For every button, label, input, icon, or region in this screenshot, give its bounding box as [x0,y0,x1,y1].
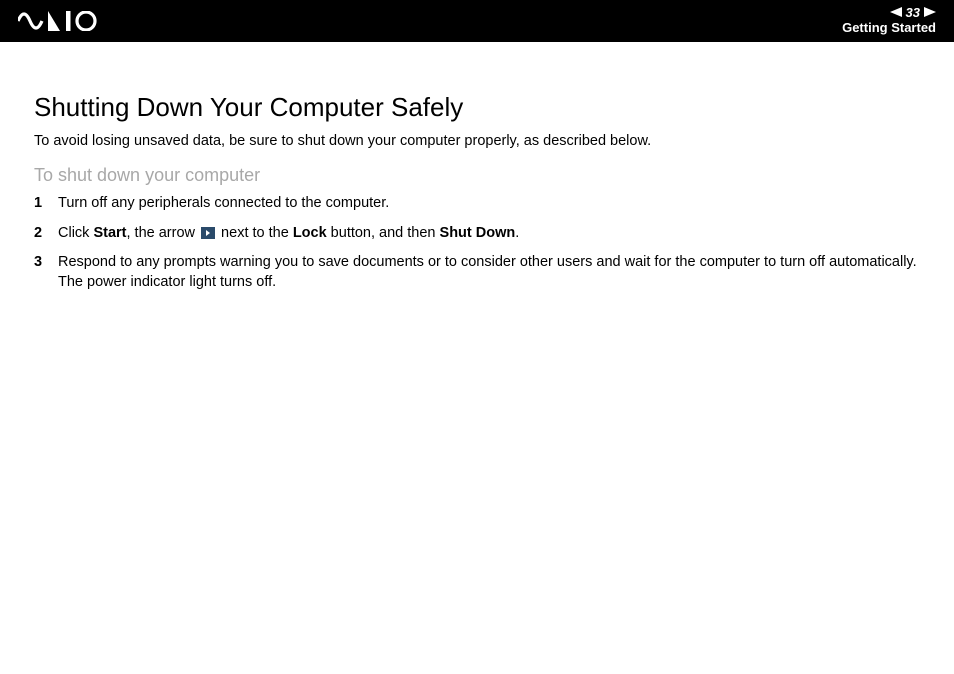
page-title: Shutting Down Your Computer Safely [34,92,920,123]
page-number: 33 [906,6,920,21]
step-item: Respond to any prompts warning you to sa… [34,253,920,292]
step-text: Turn off any peripherals connected to th… [58,194,389,214]
intro-text: To avoid losing unsaved data, be sure to… [34,133,920,149]
step-text: Click Start, the arrow next to the Lock … [58,224,519,244]
section-label: Getting Started [842,21,936,36]
header-right: 33 Getting Started [842,6,936,36]
step-item: Click Start, the arrow next to the Lock … [34,224,920,244]
prev-page-arrow-icon[interactable] [890,6,902,21]
page-content: Shutting Down Your Computer Safely To av… [0,42,954,292]
arrow-button-icon [201,227,215,239]
next-page-arrow-icon[interactable] [924,6,936,21]
step-item: Turn off any peripherals connected to th… [34,194,920,214]
page-nav: 33 [890,6,936,21]
step-text: Respond to any prompts warning you to sa… [58,253,917,292]
steps-list: Turn off any peripherals connected to th… [34,194,920,292]
header-bar: 33 Getting Started [0,0,954,42]
vaio-logo [18,11,108,31]
subtitle: To shut down your computer [34,165,920,186]
